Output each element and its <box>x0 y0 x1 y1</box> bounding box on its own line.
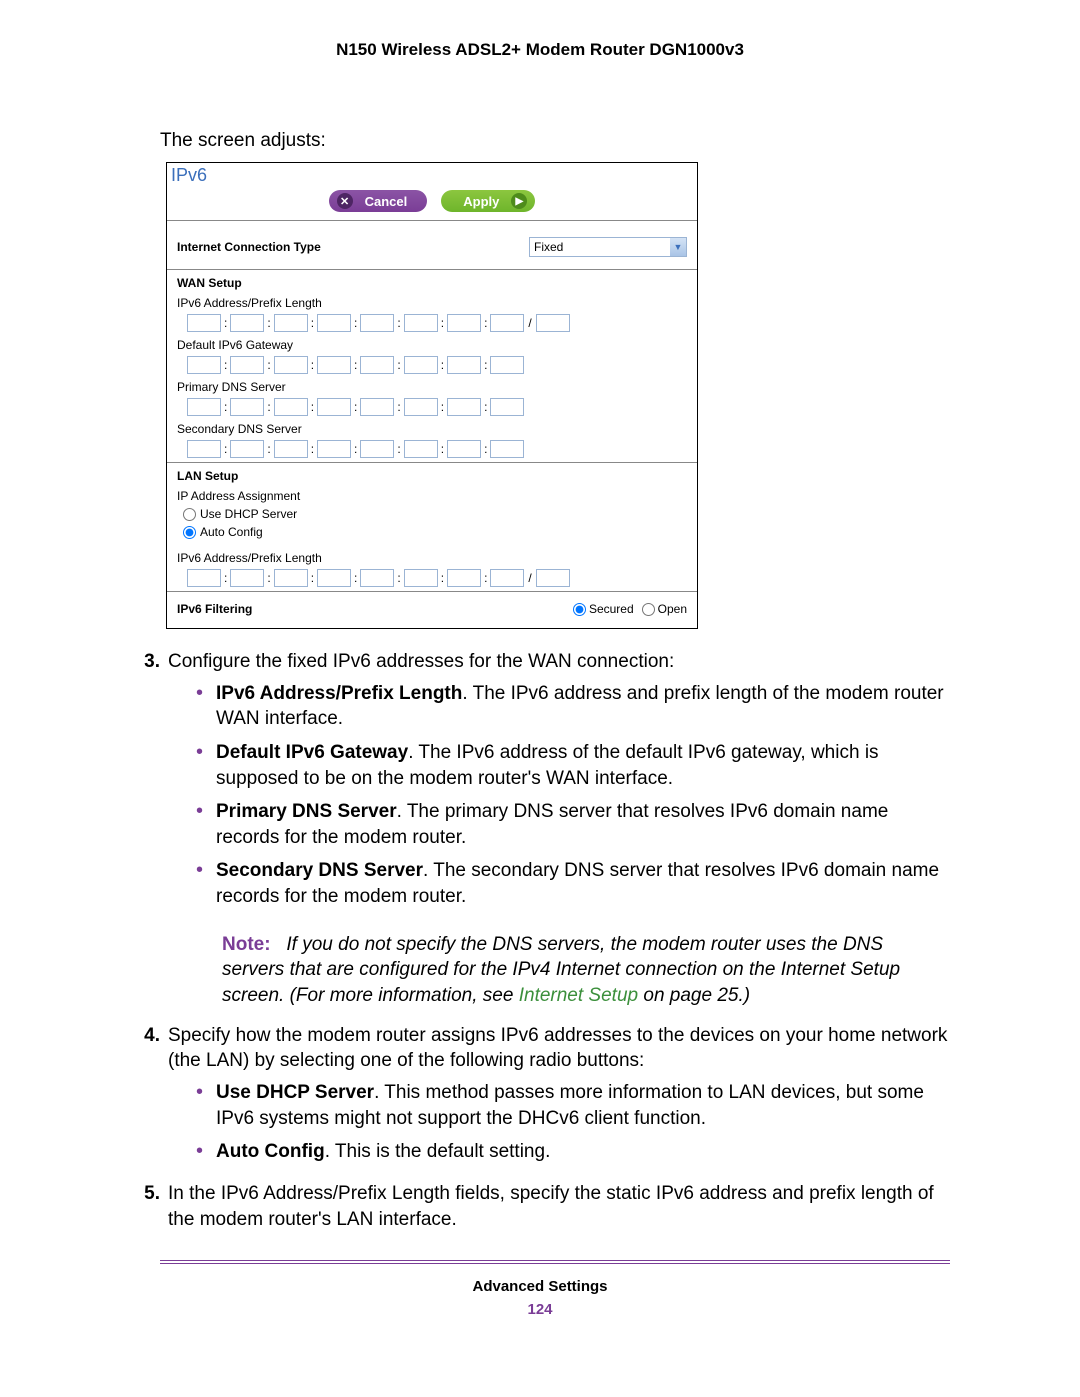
hex-input[interactable] <box>187 569 221 587</box>
hex-input[interactable] <box>404 356 438 374</box>
ip-assign-label: IP Address Assignment <box>177 489 687 503</box>
use-dhcp-radio[interactable] <box>183 508 196 521</box>
ict-value: Fixed <box>530 240 567 254</box>
footer-title: Advanced Settings <box>0 1278 1080 1295</box>
hex-input[interactable] <box>447 398 481 416</box>
secured-label: Secured <box>589 602 634 616</box>
default-gw-label: Default IPv6 Gateway <box>177 338 687 352</box>
lan-setup-heading: LAN Setup <box>177 469 687 483</box>
use-dhcp-label: Use DHCP Server <box>200 507 297 521</box>
open-label: Open <box>658 602 687 616</box>
hex-input[interactable] <box>274 440 308 458</box>
hex-input[interactable] <box>404 314 438 332</box>
apply-label: Apply <box>463 194 499 209</box>
lead-text: The screen adjusts: <box>160 130 950 152</box>
note-block: Note: If you do not specify the DNS serv… <box>222 932 950 1009</box>
secondary-dns-label: Secondary DNS Server <box>177 422 687 436</box>
note-label: Note: <box>222 934 271 955</box>
wan-ipv6-addr-label: IPv6 Address/Prefix Length <box>177 296 687 310</box>
ict-label: Internet Connection Type <box>177 240 321 254</box>
lan-ipv6-addr-row: : : : : : : : / <box>187 569 687 587</box>
hex-input[interactable] <box>404 440 438 458</box>
wan-setup-heading: WAN Setup <box>177 276 687 290</box>
hex-input[interactable] <box>490 440 524 458</box>
hex-input[interactable] <box>360 569 394 587</box>
chevron-down-icon: ▼ <box>670 238 686 256</box>
default-gw-row: : : : : : : : <box>187 356 687 374</box>
hex-input[interactable] <box>274 398 308 416</box>
screenshot-panel: IPv6 ✕ Cancel Apply ▶ Internet Connectio… <box>166 162 698 629</box>
hex-input[interactable] <box>317 440 351 458</box>
hex-input[interactable] <box>274 314 308 332</box>
secured-radio[interactable] <box>573 603 586 616</box>
primary-dns-row: : : : : : : : <box>187 398 687 416</box>
hex-input[interactable] <box>490 398 524 416</box>
prefix-input[interactable] <box>536 314 570 332</box>
hex-input[interactable] <box>317 569 351 587</box>
hex-input[interactable] <box>274 569 308 587</box>
hex-input[interactable] <box>274 356 308 374</box>
cancel-label: Cancel <box>365 194 408 209</box>
note-body-b: on page 25.) <box>638 985 750 1006</box>
panel-title: IPv6 <box>167 163 697 186</box>
hex-input[interactable] <box>447 440 481 458</box>
step-text: Configure the fixed IPv6 addresses for t… <box>168 651 674 672</box>
bullet-item: Use DHCP Server. This method passes more… <box>192 1080 950 1131</box>
hex-input[interactable] <box>230 569 264 587</box>
auto-config-radio[interactable] <box>183 526 196 539</box>
close-icon: ✕ <box>337 193 353 209</box>
hex-input[interactable] <box>230 314 264 332</box>
hex-input[interactable] <box>360 314 394 332</box>
ipv6-filtering-label: IPv6 Filtering <box>177 602 252 616</box>
step-text: In the IPv6 Address/Prefix Length fields… <box>168 1183 934 1230</box>
hex-input[interactable] <box>187 440 221 458</box>
internet-setup-link[interactable]: Internet Setup <box>519 985 638 1006</box>
hex-input[interactable] <box>230 398 264 416</box>
hex-input[interactable] <box>447 569 481 587</box>
hex-input[interactable] <box>230 356 264 374</box>
hex-input[interactable] <box>187 398 221 416</box>
primary-dns-label: Primary DNS Server <box>177 380 687 394</box>
play-icon: ▶ <box>511 193 527 209</box>
step-number: 5. <box>130 1181 160 1232</box>
hex-input[interactable] <box>360 440 394 458</box>
bullet-item: IPv6 Address/Prefix Length. The IPv6 add… <box>192 681 950 732</box>
footer-page: 124 <box>0 1301 1080 1318</box>
hex-input[interactable] <box>317 356 351 374</box>
wan-ipv6-addr-row: : : : : : : : / <box>187 314 687 332</box>
hex-input[interactable] <box>404 398 438 416</box>
hex-input[interactable] <box>317 398 351 416</box>
hex-input[interactable] <box>490 314 524 332</box>
secondary-dns-row: : : : : : : : <box>187 440 687 458</box>
open-radio[interactable] <box>642 603 655 616</box>
step-number: 3. <box>130 649 160 918</box>
hex-input[interactable] <box>490 569 524 587</box>
bullet-item: Default IPv6 Gateway. The IPv6 address o… <box>192 740 950 791</box>
hex-input[interactable] <box>187 314 221 332</box>
button-bar: ✕ Cancel Apply ▶ <box>167 186 697 221</box>
hex-input[interactable] <box>404 569 438 587</box>
apply-button[interactable]: Apply ▶ <box>441 190 535 212</box>
bullet-item: Auto Config. This is the default setting… <box>192 1139 950 1165</box>
bullet-item: Primary DNS Server. The primary DNS serv… <box>192 799 950 850</box>
hex-input[interactable] <box>447 356 481 374</box>
step-number: 4. <box>130 1023 160 1173</box>
hex-input[interactable] <box>230 440 264 458</box>
bullet-item: Secondary DNS Server. The secondary DNS … <box>192 858 950 909</box>
hex-input[interactable] <box>447 314 481 332</box>
prefix-input[interactable] <box>536 569 570 587</box>
hex-input[interactable] <box>360 356 394 374</box>
lan-ipv6-addr-label: IPv6 Address/Prefix Length <box>177 551 687 565</box>
hex-input[interactable] <box>317 314 351 332</box>
doc-header: N150 Wireless ADSL2+ Modem Router DGN100… <box>0 40 1080 60</box>
hex-input[interactable] <box>360 398 394 416</box>
hex-input[interactable] <box>490 356 524 374</box>
step-text: Specify how the modem router assigns IPv… <box>168 1025 947 1072</box>
hex-input[interactable] <box>187 356 221 374</box>
cancel-button[interactable]: ✕ Cancel <box>329 190 428 212</box>
auto-config-label: Auto Config <box>200 525 263 539</box>
ict-select[interactable]: Fixed ▼ <box>529 237 687 257</box>
